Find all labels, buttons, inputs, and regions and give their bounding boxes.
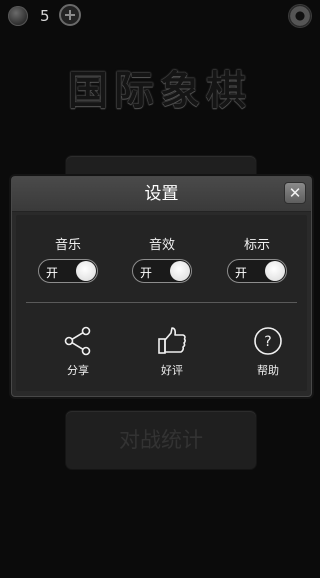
share-icon xyxy=(64,326,91,356)
add-coins-icon[interactable] xyxy=(59,4,81,26)
rate-label: 好评 xyxy=(161,364,183,377)
close-icon: ✕ xyxy=(288,184,302,202)
divider xyxy=(26,302,297,303)
help-button[interactable]: ? 帮助 xyxy=(238,326,298,378)
svg-text:?: ? xyxy=(264,334,271,350)
sound-effects-label: 音效 xyxy=(148,238,175,253)
coin-icon xyxy=(8,6,28,26)
hints-toggle-state: 开 xyxy=(235,266,248,280)
music-setting: 音乐 开 xyxy=(33,234,103,283)
hints-label: 标示 xyxy=(243,238,270,253)
music-label: 音乐 xyxy=(54,238,81,253)
rate-button[interactable]: 好评 xyxy=(142,326,202,378)
gear-icon[interactable] xyxy=(289,5,311,27)
dialog-title: 设置 xyxy=(144,184,179,204)
app-title: 国际象棋 xyxy=(68,67,252,114)
music-toggle[interactable]: 开 xyxy=(38,259,98,283)
hints-setting: 标示 开 xyxy=(222,234,292,283)
share-label: 分享 xyxy=(67,364,89,377)
share-button[interactable]: 分享 xyxy=(48,326,108,378)
hints-toggle[interactable]: 开 xyxy=(227,259,287,283)
top-bar: 5 xyxy=(0,0,320,32)
close-button[interactable]: ✕ xyxy=(284,182,306,204)
thumbs-up-icon xyxy=(158,327,186,354)
stats-button[interactable]: 对战统计 xyxy=(66,411,256,469)
settings-dialog: 设置 ✕ 音乐 开 音效 开 标示 开 分享 好评 ? 帮助 xyxy=(11,176,312,397)
sound-effects-toggle[interactable]: 开 xyxy=(132,259,192,283)
dialog-body: 音乐 开 音效 开 标示 开 分享 好评 ? 帮助 xyxy=(16,215,307,391)
help-label: 帮助 xyxy=(257,364,279,377)
sound-effects-toggle-state: 开 xyxy=(140,266,153,280)
hints-toggle-knob xyxy=(265,261,285,281)
music-toggle-state: 开 xyxy=(46,266,59,280)
dialog-header: 设置 ✕ xyxy=(12,177,311,212)
music-toggle-knob xyxy=(76,261,96,281)
coin-count: 5 xyxy=(40,7,50,25)
sound-effects-setting: 音效 开 xyxy=(127,234,197,283)
help-icon: ? xyxy=(254,327,282,355)
sound-effects-toggle-knob xyxy=(170,261,190,281)
